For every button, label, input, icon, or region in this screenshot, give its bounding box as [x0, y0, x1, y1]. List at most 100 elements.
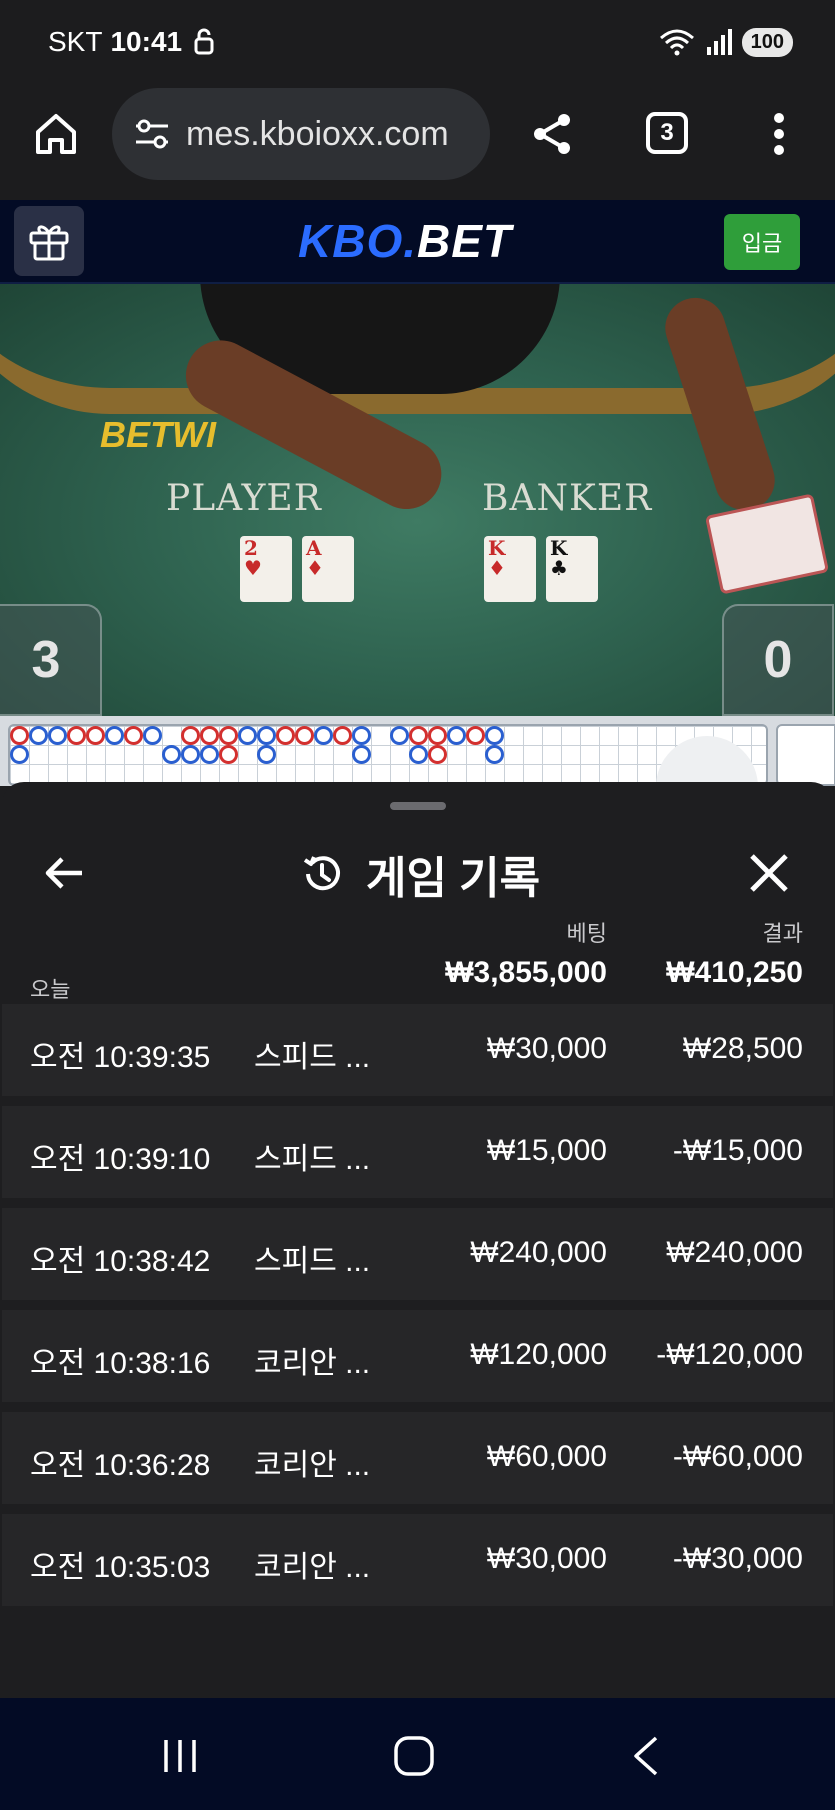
site-header: KBO.BET 입금	[0, 200, 835, 284]
row-game: 코리안 ...	[254, 1551, 371, 1584]
period-label: 오늘	[30, 977, 71, 1002]
row-game: 스피드 ...	[254, 1245, 371, 1278]
home-icon[interactable]	[32, 110, 80, 158]
live-dealer-video[interactable]: BETWI PLAYER BANKER 2 ♥ A ♦ K ♦ K ♣ 3 0	[0, 284, 835, 716]
history-row[interactable]: 오전 10:38:42 스피드 ... ₩240,000 ₩240,000	[2, 1208, 833, 1300]
bead-road-grid	[8, 724, 768, 786]
row-result: -₩15,000	[672, 1134, 803, 1167]
recents-icon[interactable]	[160, 1736, 200, 1776]
site-settings-icon[interactable]	[132, 114, 172, 154]
road-bead	[143, 726, 162, 745]
road-prediction-panel[interactable]	[776, 724, 835, 786]
share-icon[interactable]	[528, 110, 576, 158]
game-history-sheet: 게임 기록 베팅 결과 오늘 ₩3,855,000 ₩410,250 오전 10…	[2, 782, 833, 1698]
road-bead	[276, 726, 295, 745]
row-result: ₩240,000	[666, 1236, 803, 1269]
road-bead	[219, 726, 238, 745]
sheet-title: 게임 기록	[366, 854, 541, 903]
road-bead	[485, 726, 504, 745]
road-bead	[352, 745, 371, 764]
row-time: 오전 10:38:16	[30, 1347, 211, 1380]
history-summary: 베팅 결과 오늘 ₩3,855,000 ₩410,250	[2, 912, 833, 1004]
status-right: 100	[658, 27, 793, 57]
column-header-bet: 베팅	[566, 921, 607, 946]
tab-switcher-button[interactable]: 3	[646, 112, 688, 154]
road-bead	[200, 726, 219, 745]
row-game: 스피드 ...	[254, 1041, 371, 1074]
row-time: 오전 10:36:28	[30, 1449, 211, 1482]
history-row[interactable]: 오전 10:36:28 코리안 ... ₩60,000 -₩60,000	[2, 1412, 833, 1504]
row-bet: ₩60,000	[486, 1440, 607, 1473]
banker-score: 0	[722, 604, 834, 716]
row-bet: ₩15,000	[486, 1134, 607, 1167]
road-bead	[295, 726, 314, 745]
logo-part-bet: BET	[417, 215, 512, 267]
road-bead	[219, 745, 238, 764]
nav-back-icon[interactable]	[630, 1734, 662, 1778]
status-left: SKT 10:41	[48, 26, 218, 58]
sheet-drag-handle[interactable]	[390, 802, 446, 810]
back-arrow-icon[interactable]	[42, 850, 88, 896]
road-bead	[485, 745, 504, 764]
road-bead	[409, 726, 428, 745]
more-menu-icon[interactable]	[764, 110, 794, 158]
row-bet: ₩120,000	[470, 1338, 607, 1371]
row-result: -₩120,000	[656, 1338, 803, 1371]
row-game: 코리안 ...	[254, 1347, 371, 1380]
sheet-title-group: 게임 기록	[300, 842, 540, 906]
road-bead	[257, 726, 276, 745]
address-bar[interactable]: mes.kboioxx.com	[112, 88, 490, 180]
road-bead	[67, 726, 86, 745]
row-time: 오전 10:38:42	[30, 1245, 211, 1278]
road-bead	[447, 726, 466, 745]
road-bead	[333, 726, 352, 745]
history-row[interactable]: 오전 10:35:03 코리안 ... ₩30,000 -₩30,000	[2, 1514, 833, 1606]
row-result: ₩28,500	[682, 1032, 803, 1065]
history-list: 오전 10:39:35 스피드 ... ₩30,000 ₩28,500 오전 1…	[2, 1004, 833, 1616]
history-icon	[303, 856, 340, 891]
deposit-button[interactable]: 입금	[724, 214, 800, 270]
total-bet-amount: ₩3,855,000	[445, 956, 607, 989]
player-card-2: A ♦	[302, 536, 354, 602]
row-result: -₩30,000	[672, 1542, 803, 1575]
sheet-header: 게임 기록	[2, 820, 833, 924]
player-card-1: 2 ♥	[240, 536, 292, 602]
row-time: 오전 10:35:03	[30, 1551, 211, 1584]
history-row[interactable]: 오전 10:39:35 스피드 ... ₩30,000 ₩28,500	[2, 1004, 833, 1096]
clock: 10:41	[110, 26, 183, 57]
signal-icon	[706, 29, 732, 55]
row-time: 오전 10:39:10	[30, 1143, 211, 1176]
history-row[interactable]: 오전 10:38:16 코리안 ... ₩120,000 -₩120,000	[2, 1310, 833, 1402]
table-brand-text: BETWI	[100, 414, 216, 455]
wifi-icon	[659, 29, 694, 56]
close-icon[interactable]	[746, 850, 792, 896]
banker-card-2: K ♣	[546, 536, 598, 602]
road-bead	[48, 726, 67, 745]
total-result-amount: ₩410,250	[666, 956, 803, 989]
gift-button[interactable]	[14, 206, 84, 276]
logo-part-kbo: KBO.	[298, 215, 417, 267]
row-bet: ₩30,000	[486, 1542, 607, 1575]
road-bead	[162, 745, 181, 764]
road-bead	[314, 726, 333, 745]
nav-home-icon[interactable]	[392, 1734, 436, 1778]
site-logo[interactable]: KBO.BET	[298, 214, 512, 268]
player-label: PLAYER	[166, 478, 322, 519]
road-bead	[10, 745, 29, 764]
status-bar: SKT 10:41 100	[0, 0, 835, 84]
carrier-label: SKT	[48, 26, 103, 57]
system-nav-bar	[0, 1698, 835, 1810]
row-game: 코리안 ...	[254, 1449, 371, 1482]
row-bet: ₩30,000	[486, 1032, 607, 1065]
card-deck	[704, 493, 830, 595]
banker-label: BANKER	[482, 478, 653, 519]
road-bead	[181, 726, 200, 745]
battery-badge: 100	[741, 27, 793, 57]
road-bead	[352, 726, 371, 745]
player-score: 3	[0, 604, 102, 716]
history-row[interactable]: 오전 10:39:10 스피드 ... ₩15,000 -₩15,000	[2, 1106, 833, 1198]
road-bead	[105, 726, 124, 745]
browser-toolbar: mes.kboioxx.com 3	[0, 84, 835, 200]
road-bead	[124, 726, 143, 745]
row-time: 오전 10:39:35	[30, 1041, 211, 1074]
